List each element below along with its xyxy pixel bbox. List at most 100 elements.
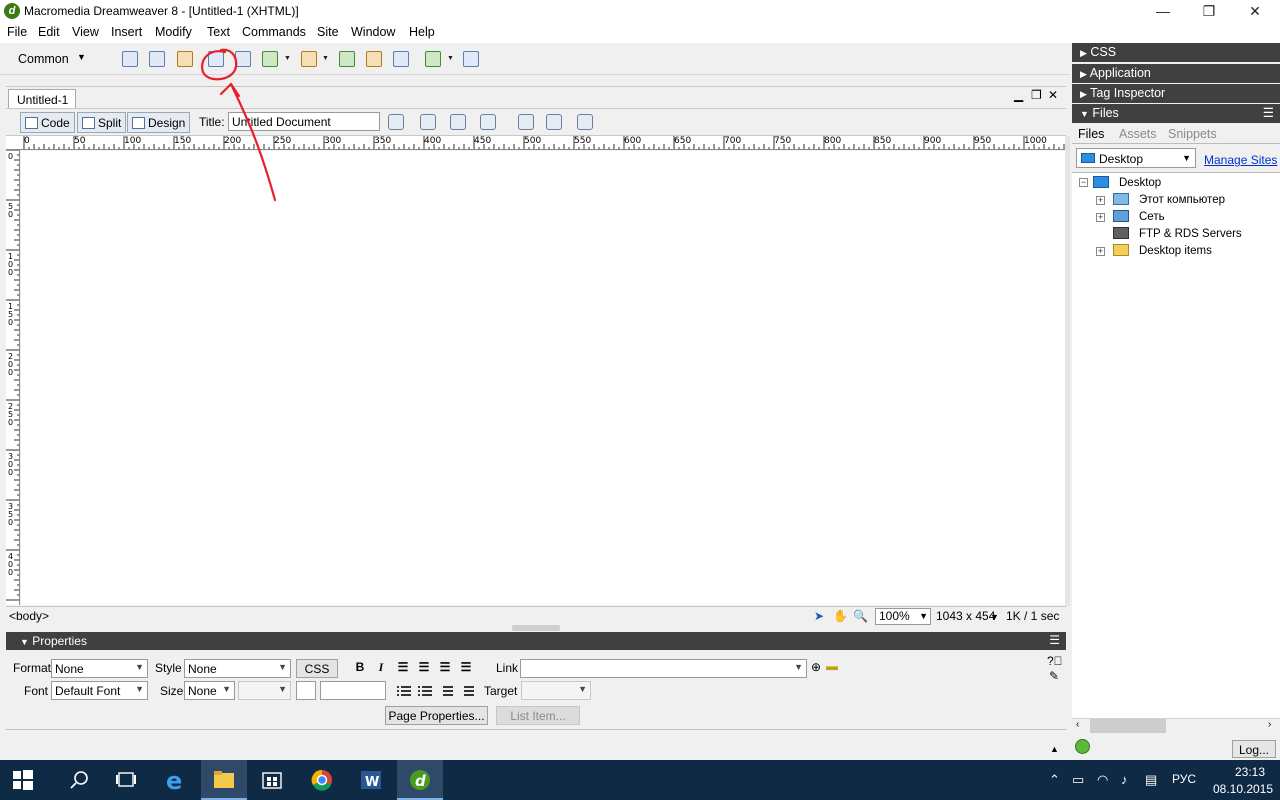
restore-icon[interactable]: ❐ xyxy=(1186,0,1232,22)
document-tab[interactable]: Untitled-1 xyxy=(8,89,76,109)
design-view-button[interactable]: Design xyxy=(127,112,191,133)
style-select[interactable]: None ▼ xyxy=(184,659,291,678)
css-panel-header[interactable]: ▶ CSS xyxy=(1072,43,1280,62)
zoom-tool-icon[interactable]: 🔍 xyxy=(853,609,868,623)
indent-icon[interactable] xyxy=(460,685,474,697)
tab-files[interactable]: Files xyxy=(1078,127,1104,141)
templates-icon[interactable] xyxy=(423,49,443,69)
bold-button[interactable]: B xyxy=(353,660,367,674)
menu-text[interactable]: Text xyxy=(207,25,230,39)
outdent-icon[interactable] xyxy=(439,685,453,697)
battery-icon[interactable]: ▭ xyxy=(1072,772,1084,788)
size-unit-select[interactable]: ▼ xyxy=(238,681,291,700)
italic-button[interactable]: I xyxy=(374,660,388,675)
scroll-right-icon[interactable]: › xyxy=(1268,719,1271,730)
named-anchor-icon[interactable] xyxy=(175,49,195,69)
css-button[interactable]: CSS xyxy=(296,659,338,678)
tree-item-desktop[interactable]: Desktop xyxy=(1119,177,1161,189)
manage-sites-link[interactable]: Manage Sites xyxy=(1204,153,1277,167)
insert-category-select[interactable]: Common xyxy=(18,52,69,66)
target-select[interactable]: ▼ xyxy=(521,681,591,700)
application-panel-header[interactable]: ▶ Application xyxy=(1072,64,1280,83)
panel-splitter[interactable] xyxy=(512,625,560,631)
menu-edit[interactable]: Edit xyxy=(38,25,60,39)
task-view-icon[interactable] xyxy=(103,760,149,800)
tree-item-computer[interactable]: Этот компьютер xyxy=(1139,194,1225,206)
action-center-icon[interactable]: ▤ xyxy=(1145,772,1157,788)
select-tool-icon[interactable]: ➤ xyxy=(814,609,824,623)
clock-time[interactable]: 23:13 xyxy=(1222,765,1278,779)
font-select[interactable]: Default Font ▼ xyxy=(51,681,148,700)
align-left-icon[interactable]: ☰ xyxy=(396,660,410,674)
files-panel-header[interactable]: ▼ Files ☰ xyxy=(1072,104,1280,123)
minimize-icon[interactable]: — xyxy=(1140,0,1186,22)
menu-modify[interactable]: Modify xyxy=(155,25,192,39)
design-canvas[interactable] xyxy=(21,151,1065,605)
help-icon[interactable]: ?⃝ xyxy=(1047,654,1063,668)
options-menu-icon[interactable]: ☰ xyxy=(1049,633,1060,647)
tree-item-ftp-rds[interactable]: FTP & RDS Servers xyxy=(1139,228,1242,240)
scrollbar-thumb[interactable] xyxy=(1090,719,1166,733)
size-select[interactable]: None ▼ xyxy=(184,681,235,700)
word-icon[interactable]: W xyxy=(348,760,394,800)
comment-icon[interactable] xyxy=(391,49,411,69)
file-management-icon[interactable] xyxy=(448,113,470,131)
tab-snippets[interactable]: Snippets xyxy=(1168,127,1217,141)
doc-close-icon[interactable]: ✕ xyxy=(1048,88,1058,102)
menu-commands[interactable]: Commands xyxy=(242,25,306,39)
store-icon[interactable] xyxy=(249,760,295,800)
quick-tag-editor-icon[interactable]: ✎ xyxy=(1049,669,1059,683)
scroll-left-icon[interactable]: ‹ xyxy=(1076,719,1079,730)
check-browser-compatibility-icon[interactable] xyxy=(386,113,408,131)
menu-insert[interactable]: Insert xyxy=(111,25,142,39)
wifi-icon[interactable]: ◠ xyxy=(1097,772,1108,788)
clock-date[interactable]: 08.10.2015 xyxy=(1210,782,1276,796)
tag-inspector-panel-header[interactable]: ▶ Tag Inspector xyxy=(1072,84,1280,103)
chrome-icon[interactable] xyxy=(299,760,345,800)
view-options-icon[interactable] xyxy=(544,113,566,131)
templates-dropdown-icon[interactable]: ▼ xyxy=(447,55,454,62)
window-size-select[interactable]: 1043 x 454 xyxy=(936,609,995,623)
preview-in-browser-icon[interactable] xyxy=(478,113,500,131)
menu-help[interactable]: Help xyxy=(409,25,435,39)
code-view-button[interactable]: Code xyxy=(20,112,75,133)
media-icon[interactable] xyxy=(299,49,319,69)
tag-chooser-icon[interactable] xyxy=(461,49,481,69)
justify-icon[interactable]: ☰ xyxy=(459,660,473,674)
ordered-list-icon[interactable] xyxy=(418,685,432,697)
search-icon[interactable] xyxy=(56,760,102,800)
start-button[interactable] xyxy=(0,760,46,800)
visual-aids-icon[interactable] xyxy=(575,113,597,131)
menu-site[interactable]: Site xyxy=(317,25,339,39)
file-explorer-icon[interactable] xyxy=(201,760,247,800)
align-center-icon[interactable]: ☰ xyxy=(417,660,431,674)
close-icon[interactable]: ✕ xyxy=(1232,0,1278,22)
server-side-include-icon[interactable] xyxy=(364,49,384,69)
date-icon[interactable] xyxy=(337,49,357,69)
text-color-input[interactable] xyxy=(320,681,386,700)
menu-file[interactable]: File xyxy=(7,25,27,39)
tree-expander[interactable]: + xyxy=(1096,213,1105,222)
refresh-icon[interactable] xyxy=(516,113,538,131)
list-item-button[interactable]: List Item... xyxy=(496,706,580,725)
doc-minimize-icon[interactable]: ▁ xyxy=(1014,88,1023,102)
text-color-swatch[interactable] xyxy=(296,681,316,700)
tree-expander[interactable]: − xyxy=(1079,178,1088,187)
dreamweaver-taskbar-icon[interactable]: d xyxy=(397,760,443,800)
hyperlink-icon[interactable] xyxy=(120,49,140,69)
tree-expander[interactable]: + xyxy=(1096,196,1105,205)
site-select[interactable]: Desktop ▼ xyxy=(1076,148,1196,168)
email-link-icon[interactable] xyxy=(147,49,167,69)
zoom-select[interactable]: 100% ▼ xyxy=(875,608,931,625)
unordered-list-icon[interactable] xyxy=(397,685,411,697)
doc-restore-icon[interactable]: ❐ xyxy=(1031,88,1042,102)
show-hidden-icons-icon[interactable]: ⌃ xyxy=(1049,772,1060,788)
hand-tool-icon[interactable]: ✋ xyxy=(833,609,848,623)
validate-markup-icon[interactable] xyxy=(418,113,440,131)
media-dropdown-icon[interactable]: ▼ xyxy=(322,55,329,62)
link-input[interactable]: ▼ xyxy=(520,659,807,678)
split-view-button[interactable]: Split xyxy=(77,112,127,133)
format-select[interactable]: None ▼ xyxy=(51,659,148,678)
language-indicator[interactable]: РУС xyxy=(1172,772,1196,786)
point-to-file-icon[interactable]: ⊕ xyxy=(811,660,821,674)
